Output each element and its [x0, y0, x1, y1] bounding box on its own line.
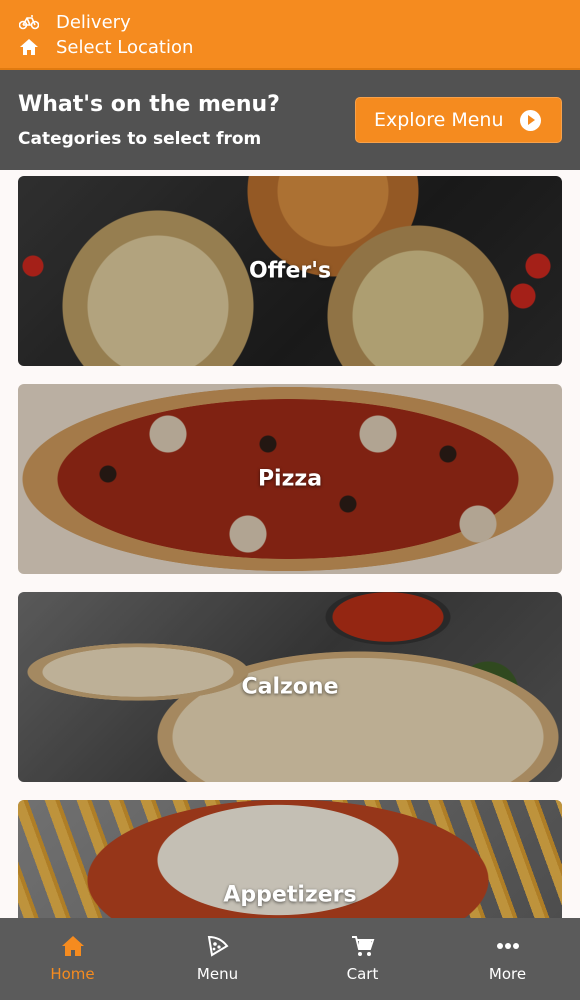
- nav-item-more[interactable]: More: [435, 918, 580, 1000]
- pizza-slice-icon: [205, 934, 231, 958]
- category-label: Offer's: [248, 258, 332, 284]
- select-location-label: Select Location: [56, 36, 194, 58]
- home-icon: [18, 36, 40, 58]
- category-card-calzone[interactable]: Calzone: [18, 592, 562, 782]
- play-circle-icon: [520, 110, 541, 131]
- cart-icon: [350, 934, 376, 958]
- nav-item-home[interactable]: Home: [0, 918, 145, 1000]
- explore-menu-label: Explore Menu: [374, 109, 504, 131]
- nav-label-more: More: [488, 965, 527, 983]
- more-dots-icon: [495, 934, 521, 958]
- home-icon: [60, 934, 86, 958]
- location-row[interactable]: Select Location: [18, 36, 193, 58]
- nav-label-menu: Menu: [196, 965, 239, 983]
- nav-label-cart: Cart: [346, 965, 379, 983]
- nav-item-menu[interactable]: Menu: [145, 918, 290, 1000]
- category-label: Appetizers: [223, 882, 357, 908]
- category-card-pizza[interactable]: Pizza: [18, 384, 562, 574]
- delivery-row[interactable]: Delivery: [18, 11, 131, 33]
- bottom-nav: Home Menu Cart More: [0, 918, 580, 1000]
- bicycle-icon: [18, 11, 40, 33]
- hero-title: What's on the menu?: [18, 92, 280, 117]
- category-label: Calzone: [241, 674, 339, 700]
- menu-hero: What's on the menu? Categories to select…: [0, 70, 580, 170]
- delivery-label: Delivery: [56, 11, 131, 33]
- top-bar: Delivery Select Location: [0, 0, 580, 70]
- category-card-offers[interactable]: Offer's: [18, 176, 562, 366]
- nav-label-home: Home: [50, 965, 95, 983]
- nav-item-cart[interactable]: Cart: [290, 918, 435, 1000]
- explore-menu-button[interactable]: Explore Menu: [355, 97, 562, 143]
- hero-subtitle: Categories to select from: [18, 129, 262, 149]
- category-label: Pizza: [257, 466, 323, 492]
